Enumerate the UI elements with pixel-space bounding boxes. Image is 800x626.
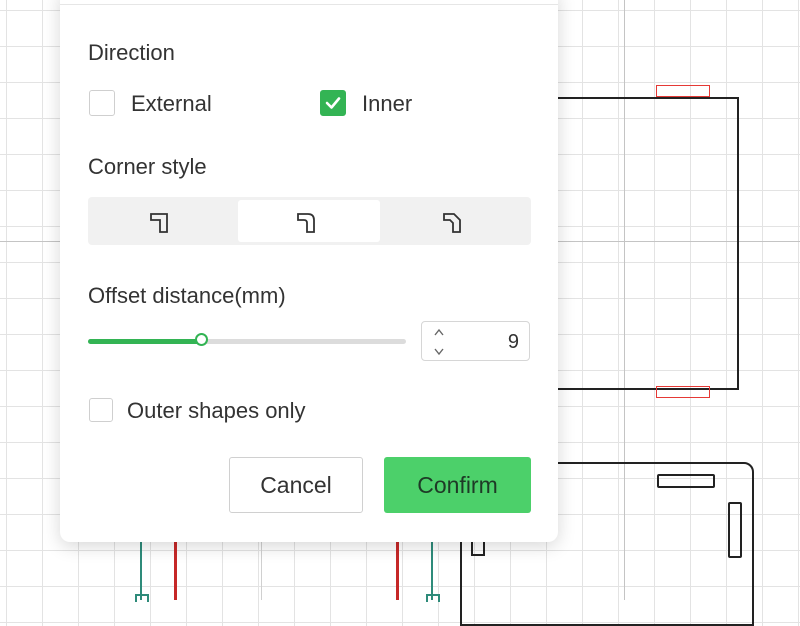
- corner-option-square[interactable]: [91, 200, 233, 242]
- cancel-button[interactable]: Cancel: [229, 457, 363, 513]
- corner-style-heading: Corner style: [88, 154, 207, 179]
- external-checkbox[interactable]: [89, 90, 115, 116]
- canvas-line-red: [396, 540, 399, 600]
- slider-thumb[interactable]: [195, 333, 209, 346]
- canvas-notch: [471, 540, 485, 556]
- canvas-shape-rectangle[interactable]: [540, 97, 739, 390]
- chamfer-corner-icon: [443, 213, 461, 233]
- offset-slider[interactable]: [88, 333, 406, 346]
- canvas-line-red: [174, 540, 177, 600]
- offset-dialog: Direction External Inner Corner style Of…: [60, 0, 558, 542]
- direction-heading: Direction: [88, 40, 175, 65]
- offset-value[interactable]: 9: [508, 331, 519, 354]
- canvas-line-teal: [140, 540, 142, 600]
- offset-stepper[interactable]: 9: [421, 321, 530, 361]
- corner-style-selector: [88, 197, 531, 245]
- offset-distance-heading: Offset distance(mm): [88, 283, 286, 308]
- canvas-slot-vertical: [728, 502, 742, 558]
- inner-label[interactable]: Inner: [362, 91, 412, 117]
- outer-shapes-checkbox[interactable]: [89, 398, 113, 422]
- dialog-divider: [60, 4, 558, 5]
- round-corner-icon: [297, 213, 315, 233]
- external-label[interactable]: External: [131, 91, 212, 117]
- canvas-tab-bottom[interactable]: [656, 386, 710, 398]
- outer-shapes-label[interactable]: Outer shapes only: [127, 398, 306, 424]
- corner-option-round[interactable]: [238, 200, 380, 242]
- canvas-slot-horizontal: [657, 474, 715, 488]
- canvas-teal-cap: [426, 594, 440, 602]
- square-corner-icon: [150, 213, 168, 233]
- stepper-arrows-icon[interactable]: [432, 326, 446, 358]
- canvas-line-teal: [431, 540, 433, 600]
- slider-fill: [88, 339, 203, 344]
- confirm-button[interactable]: Confirm: [384, 457, 531, 513]
- corner-option-chamfer[interactable]: [384, 200, 526, 242]
- canvas-tab-top[interactable]: [656, 85, 710, 97]
- inner-checkbox[interactable]: [320, 90, 346, 116]
- canvas-teal-cap: [135, 594, 149, 602]
- checkmark-icon: [325, 97, 341, 109]
